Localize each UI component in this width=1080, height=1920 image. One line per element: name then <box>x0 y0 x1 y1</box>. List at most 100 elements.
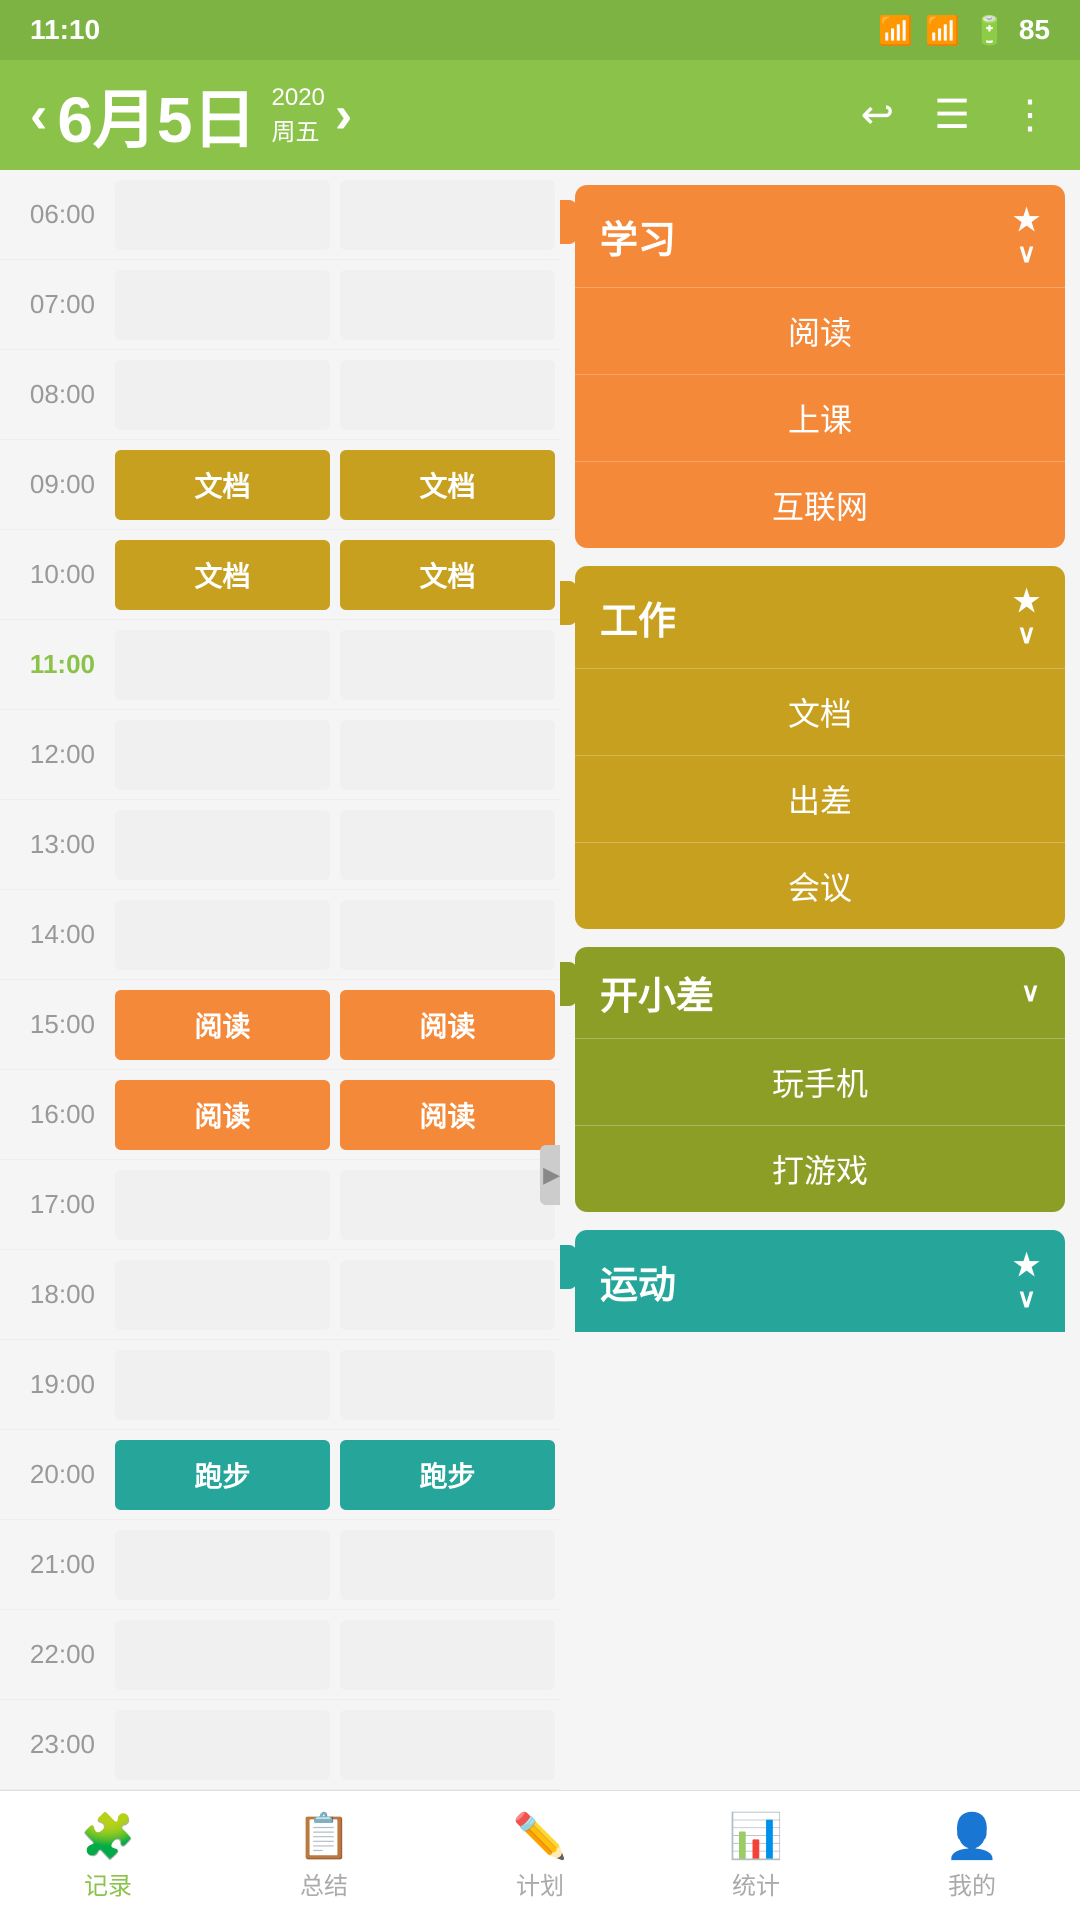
time-col2[interactable] <box>340 1530 555 1600</box>
time-col1[interactable]: 文档 <box>115 450 330 520</box>
time-col1[interactable] <box>115 1620 330 1690</box>
time-row: 17:00 <box>0 1160 560 1250</box>
time-col1[interactable]: 阅读 <box>115 990 330 1060</box>
chevron-down-icon[interactable]: ∨ <box>1021 977 1040 1008</box>
time-col2[interactable]: 阅读 <box>340 990 555 1060</box>
category-header-study[interactable]: 学习★∨ <box>575 185 1065 287</box>
bottom-nav: 🧩记录📋总结✏️计划📊统计👤我的 <box>0 1790 1080 1920</box>
time-col2[interactable] <box>340 720 555 790</box>
time-col2[interactable] <box>340 180 555 250</box>
time-col1[interactable] <box>115 1260 330 1330</box>
nav-item-record[interactable]: 🧩记录 <box>0 1810 216 1901</box>
time-label: 08:00 <box>0 379 110 410</box>
category-item[interactable]: 上课 <box>575 374 1065 461</box>
category-item[interactable]: 文档 <box>575 668 1065 755</box>
time-col1[interactable] <box>115 1710 330 1780</box>
category-item[interactable]: 会议 <box>575 842 1065 929</box>
menu-icon[interactable]: ☰ <box>934 92 970 138</box>
time-col1[interactable] <box>115 1170 330 1240</box>
nav-item-stats[interactable]: 📊统计 <box>648 1810 864 1901</box>
time-row: 23:00 <box>0 1700 560 1790</box>
nav-icon-stats: 📊 <box>729 1810 784 1862</box>
time-label: 14:00 <box>0 919 110 950</box>
category-header-work[interactable]: 工作★∨ <box>575 566 1065 668</box>
nav-item-profile[interactable]: 👤我的 <box>864 1810 1080 1901</box>
time-row: 12:00 <box>0 710 560 800</box>
time-col2[interactable] <box>340 360 555 430</box>
category-item[interactable]: 互联网 <box>575 461 1065 548</box>
category-group-work: 工作★∨文档出差会议 <box>575 566 1065 929</box>
time-col2[interactable]: 文档 <box>340 540 555 610</box>
time-row: 13:00 <box>0 800 560 890</box>
time-col2[interactable] <box>340 630 555 700</box>
right-side: 学习★∨阅读上课互联网工作★∨文档出差会议开小差∨玩手机打游戏运动★∨ <box>560 170 1080 1790</box>
time-col1[interactable]: 跑步 <box>115 1440 330 1510</box>
category-item[interactable]: 玩手机 <box>575 1038 1065 1125</box>
time-col2[interactable]: 文档 <box>340 450 555 520</box>
time-label: 10:00 <box>0 559 110 590</box>
time-col1[interactable] <box>115 180 330 250</box>
year-week: 2020 周五 <box>272 84 325 147</box>
time-col2[interactable] <box>340 270 555 340</box>
chevron-down-icon[interactable]: ∨ <box>1017 1283 1036 1314</box>
nav-item-summary[interactable]: 📋总结 <box>216 1810 432 1901</box>
time-row: 07:00 <box>0 260 560 350</box>
time-label: 13:00 <box>0 829 110 860</box>
app-wrapper: 11:10 📶 📶 🔋 85 ‹ 6月5日 2020 周五 › ↩ ☰ ⋮ <box>0 0 1080 1920</box>
time-label: 22:00 <box>0 1639 110 1670</box>
undo-icon[interactable]: ↩ <box>861 92 895 138</box>
category-item[interactable]: 出差 <box>575 755 1065 842</box>
time-col1[interactable] <box>115 270 330 340</box>
time-label: 07:00 <box>0 289 110 320</box>
time-col2[interactable] <box>340 1170 555 1240</box>
time-col2[interactable]: 阅读 <box>340 1080 555 1150</box>
status-bar: 11:10 📶 📶 🔋 85 <box>0 0 1080 60</box>
time-col2[interactable] <box>340 1260 555 1330</box>
category-items: 文档出差会议 <box>575 668 1065 929</box>
time-col1[interactable]: 阅读 <box>115 1080 330 1150</box>
time-col1[interactable] <box>115 1350 330 1420</box>
time-col1[interactable] <box>115 630 330 700</box>
time-col1[interactable] <box>115 360 330 430</box>
bottom-nav-container: 🧩记录📋总结✏️计划📊统计👤我的 <box>0 1810 1080 1901</box>
more-icon[interactable]: ⋮ <box>1010 92 1050 138</box>
time-row: 15:00阅读阅读 <box>0 980 560 1070</box>
time-row: 18:00 <box>0 1250 560 1340</box>
category-header-icons: ★∨ <box>1013 203 1040 269</box>
nav-item-plan[interactable]: ✏️计划 <box>432 1810 648 1901</box>
nav-icon-profile: 👤 <box>945 1810 1000 1862</box>
time-col2[interactable] <box>340 1620 555 1690</box>
category-item[interactable]: 打游戏 <box>575 1125 1065 1212</box>
status-time: 11:10 <box>30 14 100 46</box>
time-col2[interactable] <box>340 1710 555 1780</box>
category-item[interactable]: 阅读 <box>575 287 1065 374</box>
time-row: 08:00 <box>0 350 560 440</box>
scroll-arrow[interactable]: ▶▶ <box>540 1145 560 1205</box>
chevron-down-icon[interactable]: ∨ <box>1017 619 1036 650</box>
star-icon[interactable]: ★ <box>1013 584 1040 619</box>
next-button[interactable]: › <box>335 85 352 145</box>
header: ‹ 6月5日 2020 周五 › ↩ ☰ ⋮ <box>0 60 1080 170</box>
time-col2[interactable]: 跑步 <box>340 1440 555 1510</box>
prev-button[interactable]: ‹ <box>30 85 47 145</box>
category-header-slack[interactable]: 开小差∨ <box>575 947 1065 1038</box>
time-col2[interactable] <box>340 810 555 880</box>
star-icon[interactable]: ★ <box>1013 203 1040 238</box>
time-col1[interactable] <box>115 900 330 970</box>
category-header-icons: ★∨ <box>1013 584 1040 650</box>
time-col2[interactable] <box>340 900 555 970</box>
star-icon[interactable]: ★ <box>1013 1248 1040 1283</box>
time-row: 14:00 <box>0 890 560 980</box>
category-header-icons: ★∨ <box>1013 1248 1040 1314</box>
time-col2[interactable] <box>340 1350 555 1420</box>
category-header-exercise[interactable]: 运动 ★∨ <box>575 1230 1065 1332</box>
time-col1[interactable] <box>115 1530 330 1600</box>
time-col1[interactable] <box>115 720 330 790</box>
time-col1[interactable] <box>115 810 330 880</box>
category-name: 运动 <box>600 1254 676 1309</box>
chevron-down-icon[interactable]: ∨ <box>1017 238 1036 269</box>
time-row: 10:00文档文档 <box>0 530 560 620</box>
time-col1[interactable]: 文档 <box>115 540 330 610</box>
time-label: 21:00 <box>0 1549 110 1580</box>
time-row: 20:00跑步跑步 <box>0 1430 560 1520</box>
